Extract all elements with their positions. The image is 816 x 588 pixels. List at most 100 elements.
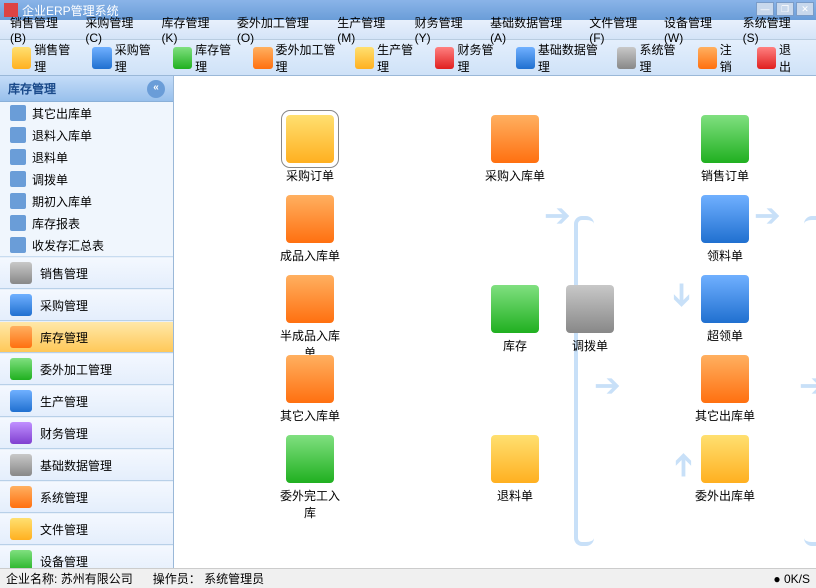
toolbar-icon xyxy=(698,47,717,69)
sidebar-nav-label: 设备管理 xyxy=(40,553,88,569)
sidebar-subitem[interactable]: 其它出库单 xyxy=(0,102,173,124)
sidebar-nav-icon xyxy=(10,326,32,348)
sidebar-nav-item[interactable]: 销售管理 xyxy=(0,257,173,289)
sidebar-subitem-icon xyxy=(10,149,26,165)
sidebar-nav: 销售管理采购管理库存管理委外加工管理生产管理财务管理基础数据管理系统管理文件管理… xyxy=(0,257,173,568)
toolbar-label: 委外加工管理 xyxy=(276,41,339,75)
status-company: 企业名称: 苏州有限公司 xyxy=(6,570,133,587)
sidebar-nav-item[interactable]: 设备管理 xyxy=(0,545,173,568)
toolbar-label: 系统管理 xyxy=(639,41,681,75)
sidebar-nav-icon xyxy=(10,518,32,540)
flow-node[interactable]: 调拨单 xyxy=(555,285,625,354)
arrow-icon: ➔ xyxy=(799,366,816,404)
flow-node-label: 超领单 xyxy=(690,327,760,344)
flow-node-label: 库存 xyxy=(480,337,550,354)
sidebar-header-label: 库存管理 xyxy=(8,80,56,97)
restore-button[interactable]: ❐ xyxy=(776,2,794,16)
toolbar-button[interactable]: 基础数据管理 xyxy=(510,39,608,77)
sidebar-subitem-icon xyxy=(10,127,26,143)
sidebar-subitem[interactable]: 退料单 xyxy=(0,146,173,168)
flow-node[interactable]: 委外出库单 xyxy=(690,435,760,504)
sidebar-nav-item[interactable]: 采购管理 xyxy=(0,289,173,321)
sidebar-submenu: 其它出库单退料入库单退料单调拨单期初入库单库存报表收发存汇总表 xyxy=(0,102,173,257)
toolbar-button[interactable]: 委外加工管理 xyxy=(247,39,345,77)
collapse-icon[interactable]: « xyxy=(147,80,165,98)
sidebar-nav-item[interactable]: 系统管理 xyxy=(0,481,173,513)
toolbar-button[interactable]: 系统管理 xyxy=(611,39,687,77)
toolbar-button[interactable]: 退出 xyxy=(751,39,806,77)
sidebar-subitem[interactable]: 期初入库单 xyxy=(0,190,173,212)
flow-node[interactable]: 采购入库单 xyxy=(480,115,550,184)
sidebar-subitem-icon xyxy=(10,215,26,231)
toolbar-button[interactable]: 销售管理 xyxy=(6,39,82,77)
toolbar-label: 库存管理 xyxy=(195,41,237,75)
flow-node[interactable]: 采购订单 xyxy=(275,115,345,184)
toolbar-icon xyxy=(516,47,535,69)
sidebar-nav-icon xyxy=(10,390,32,412)
sidebar-nav-item[interactable]: 文件管理 xyxy=(0,513,173,545)
flow-node-icon xyxy=(286,195,334,243)
toolbar-button[interactable]: 采购管理 xyxy=(86,39,162,77)
flow-node[interactable]: 其它入库单 xyxy=(275,355,345,424)
sidebar-nav-label: 销售管理 xyxy=(40,265,88,282)
menubar: 销售管理(B)采购管理(C)库存管理(K)委外加工管理(O)生产管理(M)财务管… xyxy=(0,20,816,40)
sidebar-nav-label: 库存管理 xyxy=(40,329,88,346)
flow-node[interactable]: 库存 xyxy=(480,285,550,354)
sidebar-nav-item[interactable]: 库存管理 xyxy=(0,321,173,353)
sidebar-nav-icon xyxy=(10,422,32,444)
flow-node-icon xyxy=(491,285,539,333)
sidebar-nav-icon xyxy=(10,454,32,476)
sidebar-subitem[interactable]: 收发存汇总表 xyxy=(0,234,173,256)
sidebar-nav-label: 系统管理 xyxy=(40,489,88,506)
sidebar-nav-item[interactable]: 委外加工管理 xyxy=(0,353,173,385)
flow-node-label: 退料单 xyxy=(480,487,550,504)
sidebar-nav-label: 采购管理 xyxy=(40,297,88,314)
sidebar-nav-item[interactable]: 基础数据管理 xyxy=(0,449,173,481)
sidebar-nav-icon xyxy=(10,294,32,316)
flow-node-label: 采购订单 xyxy=(275,167,345,184)
toolbar-label: 采购管理 xyxy=(115,41,157,75)
sidebar-subitem-label: 库存报表 xyxy=(32,215,80,232)
flow-node-icon xyxy=(286,275,334,323)
arrow-icon: ➔ xyxy=(544,196,571,234)
sidebar-nav-icon xyxy=(10,486,32,508)
sidebar-nav-item[interactable]: 生产管理 xyxy=(0,385,173,417)
toolbar-button[interactable]: 注销 xyxy=(692,39,747,77)
toolbar-button[interactable]: 库存管理 xyxy=(167,39,243,77)
flow-node[interactable]: 成品入库单 xyxy=(275,195,345,264)
sidebar-subitem-label: 期初入库单 xyxy=(32,193,92,210)
toolbar-button[interactable]: 财务管理 xyxy=(429,39,505,77)
flow-node-label: 其它出库单 xyxy=(690,407,760,424)
sidebar-subitem[interactable]: 退料入库单 xyxy=(0,124,173,146)
flow-node[interactable]: 销售订单 xyxy=(690,115,760,184)
toolbar-icon xyxy=(12,47,31,69)
statusbar: 企业名称: 苏州有限公司 操作员： 系统管理员 ● 0K/S xyxy=(0,568,816,588)
flow-node-icon xyxy=(701,195,749,243)
toolbar-icon xyxy=(92,47,111,69)
sidebar-nav-label: 文件管理 xyxy=(40,521,88,538)
flow-node-label: 委外出库单 xyxy=(690,487,760,504)
sidebar-subitem-icon xyxy=(10,193,26,209)
toolbar-icon xyxy=(757,47,776,69)
toolbar-label: 退出 xyxy=(779,41,800,75)
minimize-button[interactable]: — xyxy=(756,2,774,16)
flow-node[interactable]: 退料单 xyxy=(480,435,550,504)
close-button[interactable]: ✕ xyxy=(796,2,814,16)
sidebar-subitem[interactable]: 库存报表 xyxy=(0,212,173,234)
flow-node[interactable]: 领料单 xyxy=(690,195,760,264)
flow-node[interactable]: 半成品入库单 xyxy=(275,275,345,361)
sidebar-subitem[interactable]: 调拨单 xyxy=(0,168,173,190)
flow-node[interactable]: 超领单 xyxy=(690,275,760,344)
flow-node-icon xyxy=(286,355,334,403)
flow-node-label: 采购入库单 xyxy=(480,167,550,184)
toolbar: 销售管理采购管理 库存管理 委外加工管理生产管理财务管理基础数据管理系统管理注销退出 xyxy=(0,40,816,76)
sidebar-header[interactable]: 库存管理 « xyxy=(0,76,173,102)
toolbar-icon xyxy=(355,47,374,69)
sidebar-nav-item[interactable]: 财务管理 xyxy=(0,417,173,449)
sidebar-nav-icon xyxy=(10,262,32,284)
flow-node[interactable]: 其它出库单 xyxy=(690,355,760,424)
flow-node[interactable]: 委外完工入库 xyxy=(275,435,345,521)
flow-node-label: 调拨单 xyxy=(555,337,625,354)
flow-node-label: 委外完工入库 xyxy=(275,487,345,521)
toolbar-button[interactable]: 生产管理 xyxy=(349,39,425,77)
